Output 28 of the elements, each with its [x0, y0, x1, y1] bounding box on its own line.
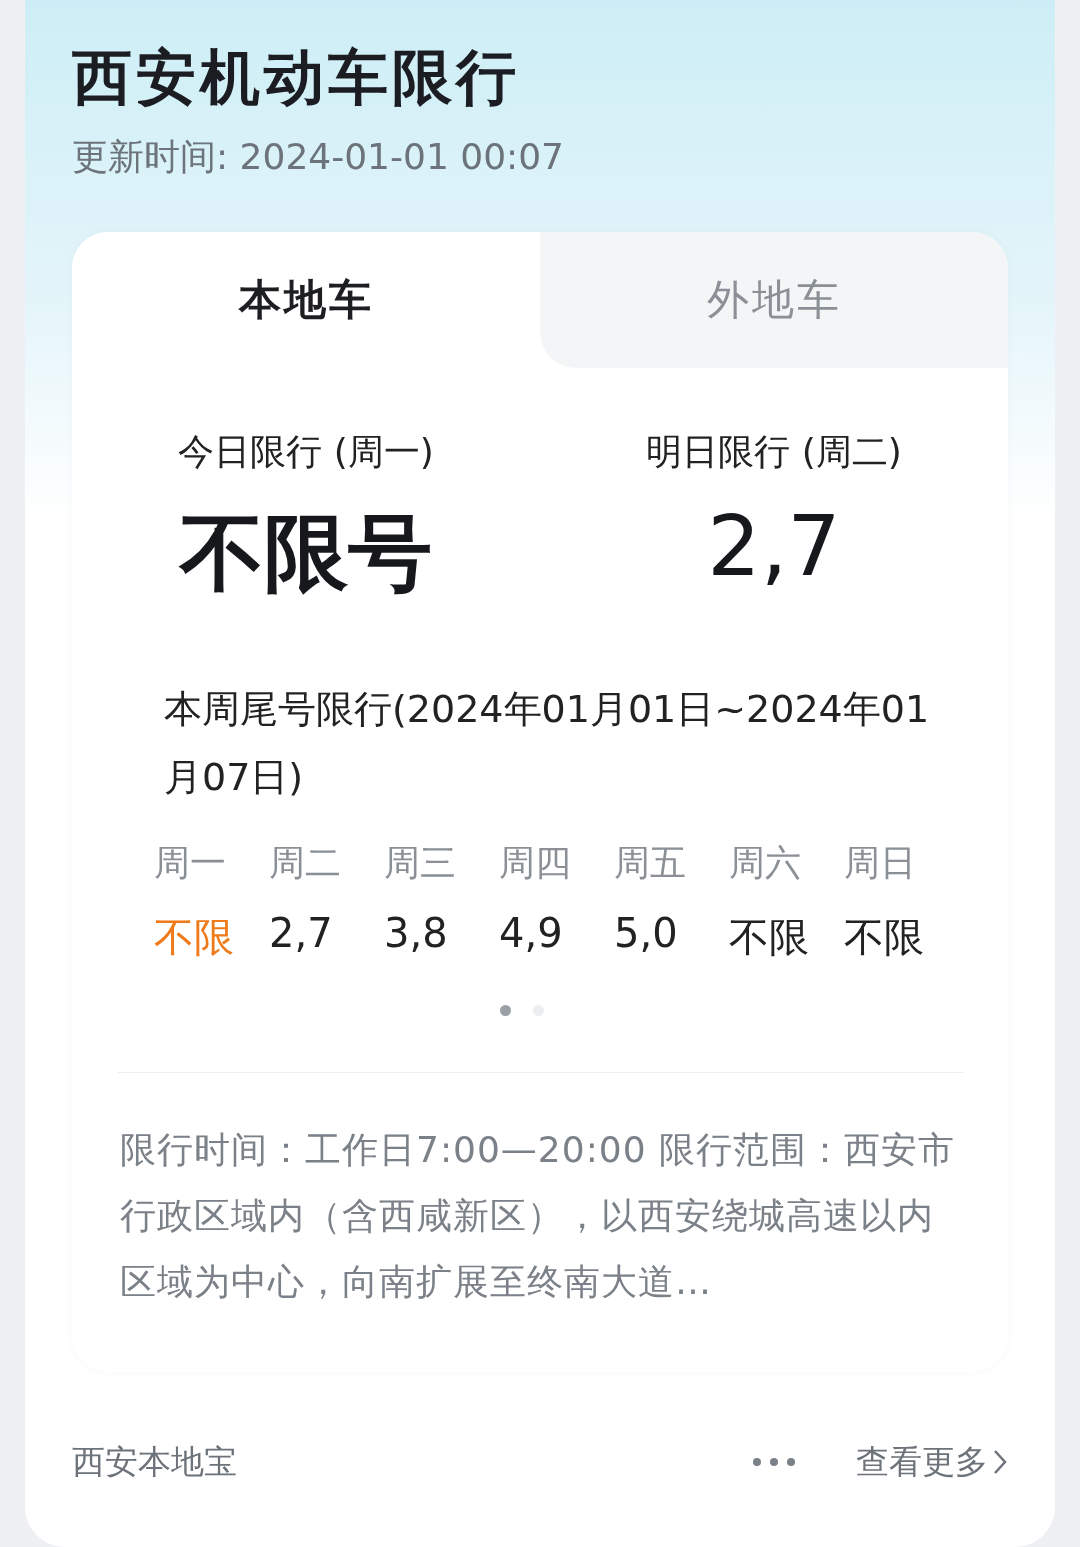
tomorrow-label: 明日限行 (周二)	[646, 430, 902, 474]
weekday-plates: 不限	[729, 913, 810, 962]
today-label: 今日限行 (周一)	[178, 430, 434, 474]
weekday-plates: 不限	[844, 913, 925, 962]
weekday-label: 周二	[269, 841, 342, 885]
today-plates: 不限号	[180, 503, 432, 604]
pager-dot[interactable]	[500, 1005, 511, 1016]
week-title: 本周尾号限行(2024年01月01日~2024年01月07日)	[164, 686, 931, 801]
view-more-link[interactable]: 查看更多	[856, 1439, 1008, 1485]
update-time: 更新时间: 2024-01-01 00:07	[72, 135, 565, 179]
more-dots-icon[interactable]	[752, 1457, 796, 1467]
weekday-label: 周四	[499, 841, 572, 885]
weekday-plates: 3,8	[384, 910, 449, 958]
weekday-label: 周五	[614, 841, 687, 885]
weekday-plates: 2,7	[269, 910, 334, 958]
weekday-plates: 4,9	[499, 910, 564, 958]
chevron-right-icon	[992, 1448, 1008, 1476]
weekday-label: 周三	[384, 841, 457, 885]
weekday-plates: 不限	[154, 913, 235, 962]
vehicle-tab[interactable]: 外地车	[540, 232, 1008, 368]
weekday-label: 周日	[844, 841, 917, 885]
source-label: 西安本地宝	[72, 1440, 238, 1483]
page-title: 西安机动车限行	[72, 41, 521, 114]
tomorrow-plates: 2,7	[707, 497, 841, 595]
weekday-plates: 5,0	[614, 910, 679, 958]
weekday-label: 周六	[729, 841, 802, 885]
restriction-description: 限行时间：工作日7:00—20:00 限行范围：西安市行政区域内（含西咸新区），以西安绕城高速以内区域为中心，向南扩展至终南大道…	[120, 1128, 957, 1304]
weekday-label: 周一	[154, 841, 227, 885]
